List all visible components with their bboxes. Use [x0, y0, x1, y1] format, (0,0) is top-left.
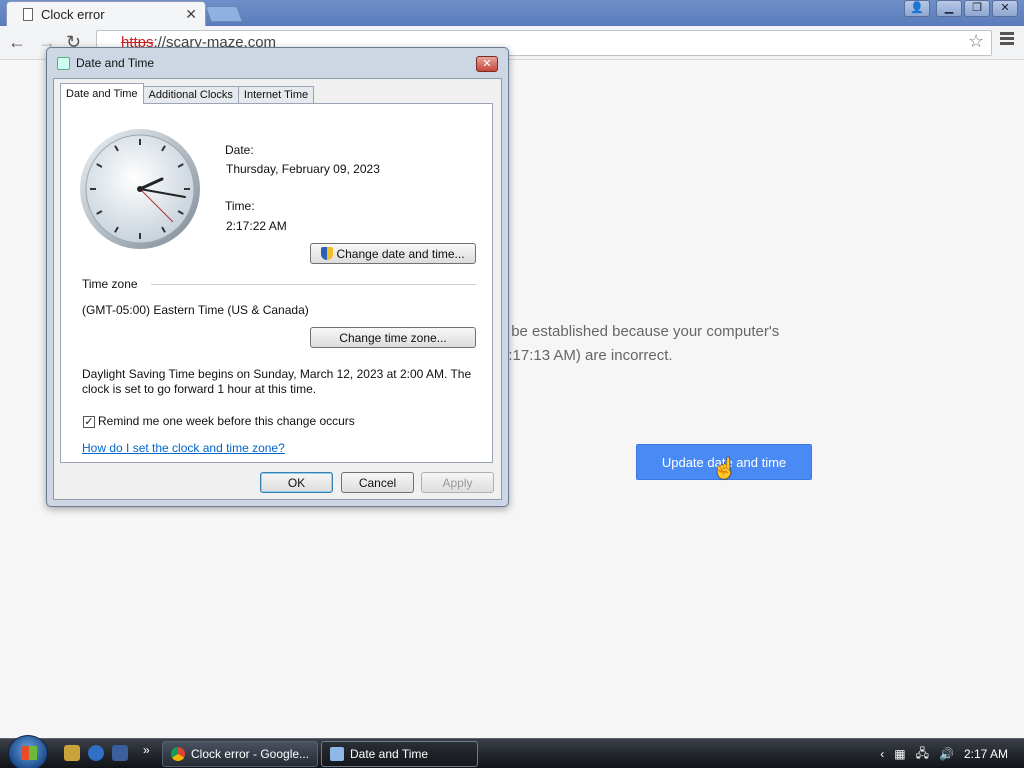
- browser-tab-strip: Clock error ✕ 👤 ▁ ❐ ✕: [0, 0, 1024, 26]
- restore-button[interactable]: ❐: [964, 0, 990, 17]
- error-line-1: 't be established because your computer'…: [500, 323, 780, 340]
- windows-logo-icon: [21, 746, 37, 760]
- dialog-titlebar[interactable]: Date and Time: [47, 48, 508, 78]
- change-time-zone-button[interactable]: Change time zone...: [310, 327, 476, 348]
- error-line-2: 2:17:13 AM) are incorrect.: [500, 347, 673, 364]
- new-tab-button[interactable]: [205, 6, 243, 22]
- bookmark-star-icon[interactable]: ☆: [968, 31, 984, 52]
- dialog-body: Date and Time Additional Clocks Internet…: [53, 78, 502, 500]
- minimize-button[interactable]: ▁: [936, 0, 962, 17]
- timezone-value: (GMT-05:00) Eastern Time (US & Canada): [82, 303, 309, 317]
- analog-clock-icon: [80, 129, 200, 249]
- date-value: Thursday, February 09, 2023: [226, 162, 380, 176]
- error-message: 't be established because your computer'…: [500, 320, 820, 368]
- change-date-time-label: Change date and time...: [336, 246, 465, 261]
- date-label: Date:: [225, 143, 254, 157]
- quicklaunch-overflow-icon[interactable]: »: [143, 743, 150, 757]
- tab-date-and-time[interactable]: Date and Time: [60, 83, 144, 104]
- task-date-and-time[interactable]: Date and Time: [321, 741, 478, 767]
- quicklaunch-show-desktop-icon[interactable]: [64, 745, 80, 761]
- dst-info-line-1: Daylight Saving Time begins on Sunday, M…: [82, 367, 472, 381]
- browser-tab[interactable]: Clock error ✕: [6, 1, 206, 26]
- time-value: 2:17:22 AM: [226, 219, 287, 233]
- back-arrow-icon[interactable]: ←: [8, 32, 26, 53]
- taskbar-clock[interactable]: 2:17 AM: [964, 747, 1008, 761]
- close-window-button[interactable]: ✕: [992, 0, 1018, 17]
- tray-expand-icon[interactable]: ‹: [880, 747, 884, 761]
- remind-checkbox[interactable]: ✓: [83, 416, 95, 428]
- network-icon[interactable]: 🖧: [916, 744, 929, 765]
- tab-title: Clock error: [41, 6, 105, 22]
- hand-cursor-icon: ☝: [712, 458, 737, 480]
- taskbar: » Clock error - Google... Date and Time …: [0, 735, 1024, 768]
- quicklaunch-switch-windows-icon[interactable]: [112, 745, 128, 761]
- date-time-app-icon: [330, 747, 344, 761]
- close-tab-icon[interactable]: ✕: [185, 6, 197, 23]
- clock-app-icon: [57, 56, 70, 70]
- dst-info-line-2: clock is set to go forward 1 hour at thi…: [82, 382, 317, 396]
- timezone-divider: [151, 284, 476, 285]
- start-button[interactable]: [8, 735, 48, 768]
- window-controls: 👤 ▁ ❐ ✕: [904, 0, 1018, 17]
- timezone-header: Time zone: [82, 277, 138, 291]
- dialog-close-button[interactable]: ✕: [476, 56, 498, 72]
- volume-icon[interactable]: 🔊: [939, 747, 954, 761]
- tab-internet-time[interactable]: Internet Time: [237, 86, 315, 104]
- tab-additional-clocks[interactable]: Additional Clocks: [142, 86, 239, 104]
- dialog-tabs: Date and Time Additional Clocks Internet…: [60, 83, 315, 104]
- tray-app-icon[interactable]: ▦: [894, 747, 905, 761]
- help-link[interactable]: How do I set the clock and time zone?: [82, 441, 285, 455]
- task-date-time-label: Date and Time: [350, 747, 429, 761]
- document-icon: [23, 7, 33, 21]
- apply-button[interactable]: Apply: [421, 472, 494, 493]
- remind-label: Remind me one week before this change oc…: [98, 414, 355, 428]
- task-chrome[interactable]: Clock error - Google...: [162, 741, 318, 767]
- cancel-button[interactable]: Cancel: [341, 472, 414, 493]
- task-chrome-label: Clock error - Google...: [191, 747, 310, 761]
- user-icon[interactable]: 👤: [904, 0, 930, 17]
- ok-button[interactable]: OK: [260, 472, 333, 493]
- system-tray: ‹ ▦ 🖧 🔊 2:17 AM: [880, 739, 1024, 768]
- tab-panel: Date: Thursday, February 09, 2023 Time: …: [60, 103, 493, 463]
- dialog-title: Date and Time: [76, 56, 155, 70]
- uac-shield-icon: [321, 247, 334, 260]
- date-time-dialog: Date and Time ✕ Date and Time Additional…: [46, 47, 509, 507]
- chrome-icon: [171, 747, 185, 761]
- time-label: Time:: [225, 199, 255, 213]
- menu-icon[interactable]: [1000, 32, 1014, 47]
- change-date-time-button[interactable]: Change date and time...: [310, 243, 476, 264]
- quicklaunch-browser-icon[interactable]: [88, 745, 104, 761]
